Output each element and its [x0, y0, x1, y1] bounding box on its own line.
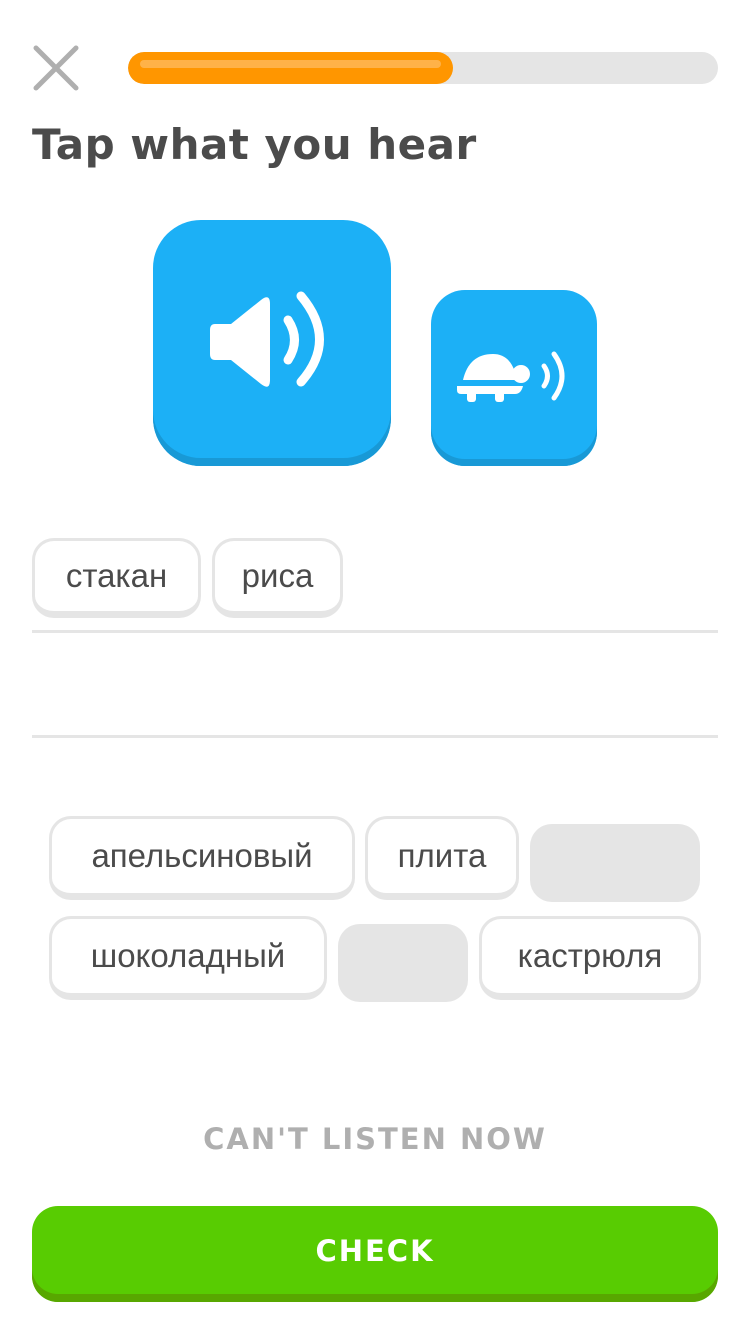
play-audio-button[interactable]	[153, 220, 391, 466]
close-icon	[33, 45, 79, 91]
word-bank-chip-plita[interactable]: плита	[365, 816, 519, 900]
answer-line-2	[32, 735, 718, 738]
check-button-label: CHECK	[315, 1234, 435, 1268]
lesson-progress-bar	[128, 52, 718, 84]
turtle-speaker-icon	[457, 351, 565, 402]
cant-listen-now-button[interactable]: CAN'T LISTEN NOW	[0, 1122, 750, 1156]
page-title: Tap what you hear	[32, 120, 477, 169]
answer-line-1	[32, 630, 718, 633]
check-button[interactable]: CHECK	[32, 1206, 718, 1302]
answer-chip-2[interactable]: риса	[212, 538, 343, 618]
answer-chip-1[interactable]: стакан	[32, 538, 201, 618]
word-bank-empty-slot	[530, 824, 700, 902]
speaker-icon	[210, 291, 324, 387]
word-bank-chip-apelsinovyy[interactable]: апельсиновый	[49, 816, 355, 900]
word-bank-empty-slot	[338, 924, 468, 1002]
progress-fill	[128, 52, 453, 84]
close-button[interactable]	[28, 40, 84, 96]
play-slow-audio-button[interactable]	[431, 290, 597, 466]
progress-highlight	[140, 60, 441, 68]
word-bank-chip-kastryulya[interactable]: кастрюля	[479, 916, 701, 1000]
word-bank-chip-shokoladnyy[interactable]: шоколадный	[49, 916, 327, 1000]
